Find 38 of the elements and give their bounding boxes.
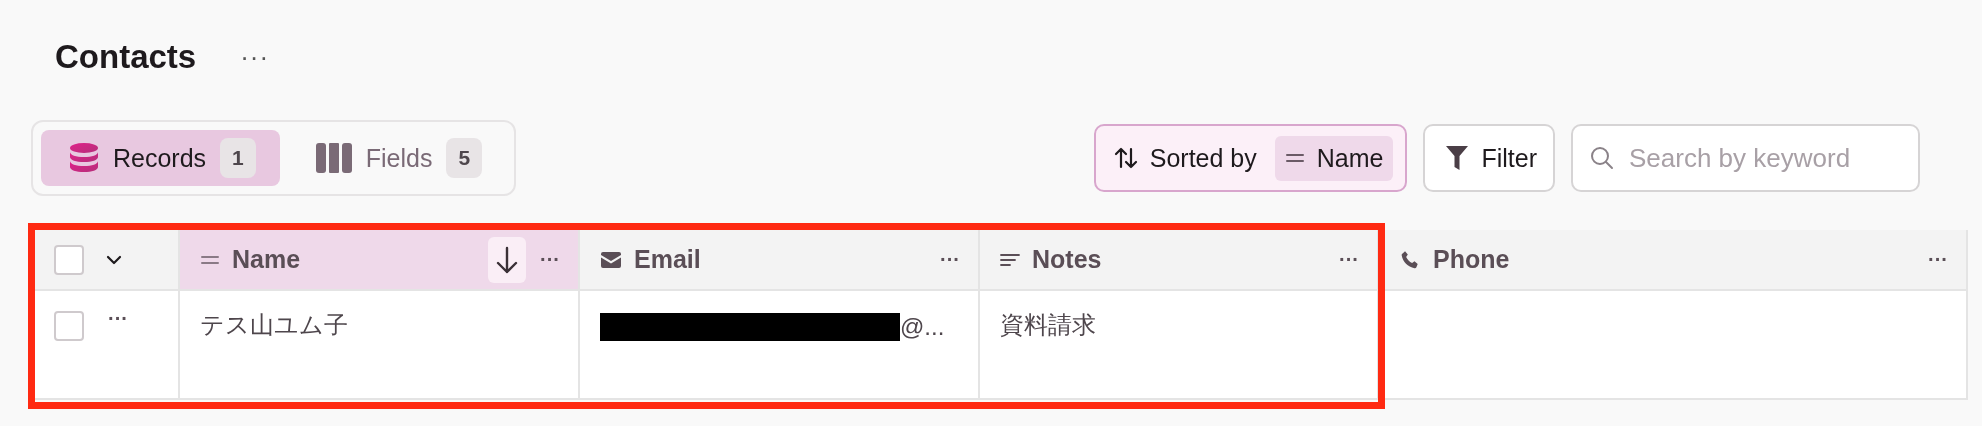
column-header[interactable]: Notes ··· bbox=[980, 230, 1379, 291]
view-tab[interactable]: Fields 5 bbox=[287, 130, 507, 186]
table-cell-text: テス山ユム子 bbox=[200, 310, 348, 340]
sort-button[interactable]: Sorted by Name bbox=[1093, 124, 1408, 192]
sort-descending-button[interactable] bbox=[488, 236, 526, 283]
view-tab[interactable]: Records 1 bbox=[41, 130, 280, 186]
column-menu-button[interactable]: ··· bbox=[938, 248, 962, 271]
table-cell-text: @... bbox=[900, 313, 945, 341]
page-title: Contacts bbox=[55, 38, 197, 76]
arrow-down-icon bbox=[495, 244, 519, 275]
row-menu-button[interactable]: ··· bbox=[106, 307, 130, 330]
chevron-down-icon[interactable] bbox=[106, 254, 122, 265]
filter-icon bbox=[1445, 145, 1470, 171]
column-menu-button[interactable]: ··· bbox=[538, 248, 562, 271]
sort-field-label: Name bbox=[1316, 143, 1384, 173]
count-badge: 1 bbox=[220, 138, 256, 178]
select-all-checkbox[interactable] bbox=[54, 244, 84, 275]
equals-icon bbox=[1284, 152, 1305, 164]
filter-button[interactable]: Filter bbox=[1423, 124, 1555, 192]
envelope-icon bbox=[600, 250, 622, 269]
count-badge: 5 bbox=[446, 138, 483, 178]
column-header[interactable]: Email ··· bbox=[580, 230, 980, 291]
column-title: Email bbox=[634, 245, 702, 274]
column-title: Name bbox=[232, 245, 302, 274]
row-checkbox[interactable] bbox=[54, 311, 84, 341]
search-field[interactable]: Search by keyword bbox=[1571, 124, 1920, 192]
column-title: Phone bbox=[1433, 245, 1511, 274]
sort-icon bbox=[1113, 146, 1138, 170]
equals-icon bbox=[200, 253, 220, 266]
column-header[interactable]: Name ··· bbox=[180, 230, 580, 291]
lines-icon bbox=[1000, 252, 1020, 267]
database-icon bbox=[69, 142, 99, 174]
column-menu-button[interactable]: ··· bbox=[1926, 248, 1950, 271]
more-button[interactable]: ··· bbox=[240, 41, 270, 73]
table-cell-text: 資料請求 bbox=[1000, 310, 1096, 340]
columns-icon bbox=[315, 143, 352, 173]
column-title: Notes bbox=[1032, 245, 1103, 274]
column-menu-button[interactable]: ··· bbox=[1337, 248, 1361, 271]
